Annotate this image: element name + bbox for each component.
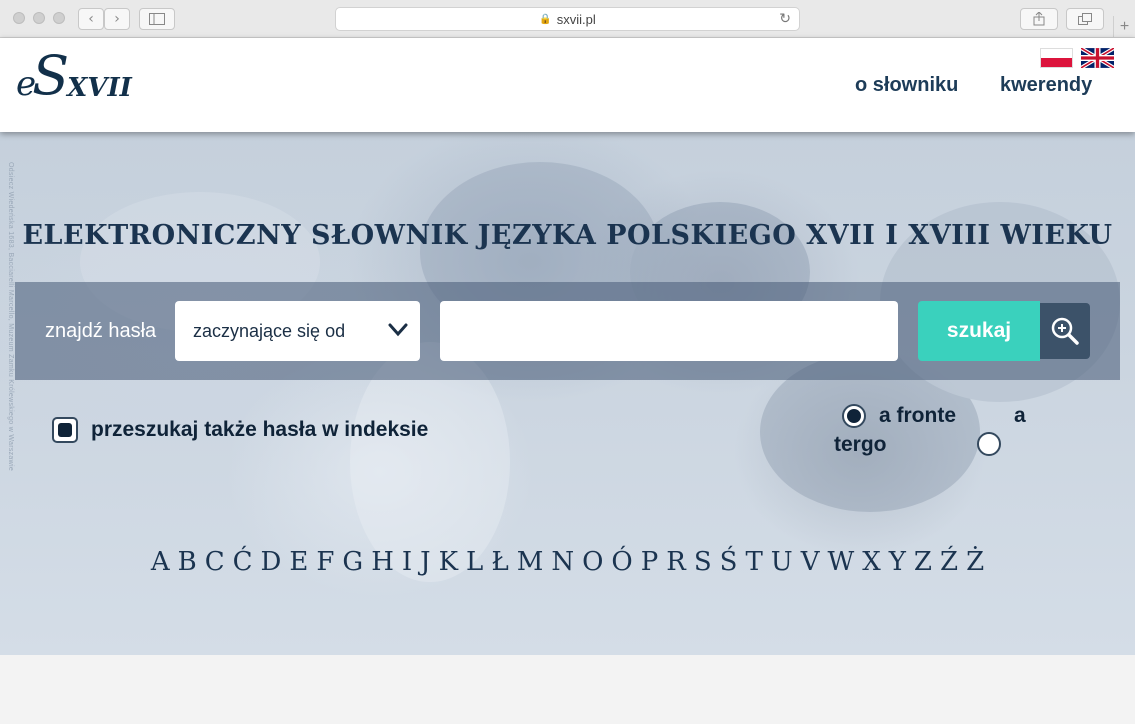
alphabet-letter[interactable]: K	[439, 540, 458, 584]
address-bar[interactable]: 🔒 sxvii.pl ↻	[335, 7, 800, 31]
page-title: ELEKTRONICZNY SŁOWNIK JĘZYKA POLSKIEGO X…	[22, 220, 1113, 251]
alphabet-letter[interactable]: B	[178, 540, 197, 584]
search-bar: znajdź hasła zaczynające się od szukaj	[15, 282, 1120, 380]
alphabet-letter[interactable]: V	[801, 540, 820, 584]
site-header: e S XVII o słowniku kwerendy	[0, 38, 1135, 132]
share-icon[interactable]	[1020, 8, 1058, 30]
alphabet-letter[interactable]: H	[371, 540, 394, 584]
logo-xvii: XVII	[67, 72, 132, 103]
alphabet-letter[interactable]: E	[289, 540, 308, 584]
forward-icon[interactable]: ›	[104, 8, 130, 30]
radio-a-tergo[interactable]	[977, 432, 1001, 456]
search-mode-select[interactable]: zaczynające się od	[175, 301, 420, 361]
alphabet-letter[interactable]: X	[862, 540, 881, 584]
nav-link-about[interactable]: o słowniku	[855, 74, 958, 97]
logo-s: S	[32, 44, 70, 107]
uk-flag-icon[interactable]	[1081, 48, 1114, 68]
alphabet-letter[interactable]: U	[771, 540, 793, 584]
minimize-window-button[interactable]	[33, 12, 45, 24]
close-window-button[interactable]	[13, 12, 25, 24]
nav-link-queries[interactable]: kwerendy	[1000, 74, 1092, 97]
alphabet-letter[interactable]: F	[316, 540, 334, 584]
alphabet-letter[interactable]: Ó	[611, 540, 632, 584]
alphabet-letter[interactable]: J	[420, 540, 430, 584]
sidebar-icon[interactable]	[139, 8, 175, 30]
alphabet-index: ABCĆDEFGHIJKLŁMNOÓPRSŚTUVWXYZŹŻ	[95, 540, 1040, 584]
alphabet-letter[interactable]: O	[582, 540, 603, 584]
alphabet-letter[interactable]: P	[641, 540, 659, 584]
alphabet-letter[interactable]: L	[466, 540, 483, 584]
lock-icon: 🔒	[539, 13, 552, 25]
alphabet-letter[interactable]: Z	[914, 540, 932, 584]
chevron-down-icon	[388, 323, 408, 337]
url-text: sxvii.pl	[556, 11, 596, 27]
radio-selected-dot	[847, 409, 861, 423]
zoom-in-icon	[1051, 317, 1079, 345]
alphabet-letter[interactable]: Ś	[720, 540, 738, 584]
search-mode-value: zaczynające się od	[193, 320, 346, 341]
alphabet-letter[interactable]: M	[517, 540, 544, 584]
radio-a-tergo-label-a: a	[1014, 404, 1026, 427]
alphabet-letter[interactable]: A	[151, 540, 170, 584]
alphabet-letter[interactable]: T	[745, 540, 762, 584]
index-search-checkbox[interactable]	[52, 417, 78, 443]
browser-toolbar: ‹ › 🔒 sxvii.pl ↻ +	[0, 0, 1135, 38]
alphabet-letter[interactable]: C	[205, 540, 225, 584]
reload-icon[interactable]: ↻	[779, 11, 791, 27]
alphabet-letter[interactable]: R	[666, 540, 686, 584]
search-input[interactable]	[440, 301, 898, 361]
search-button[interactable]: szukaj	[918, 301, 1040, 361]
alphabet-letter[interactable]: G	[342, 540, 363, 584]
alphabet-letter[interactable]: D	[261, 540, 282, 584]
alphabet-letter[interactable]: Ź	[940, 540, 958, 584]
radio-a-tergo-label-tergo: tergo	[834, 433, 887, 456]
alphabet-letter[interactable]: Ć	[233, 540, 253, 584]
search-label: znajdź hasła	[45, 320, 157, 342]
back-icon[interactable]: ‹	[78, 8, 104, 30]
radio-a-fronte[interactable]	[842, 404, 866, 428]
polish-flag-icon[interactable]	[1040, 48, 1073, 68]
site-logo[interactable]: e S XVII	[16, 44, 132, 107]
alphabet-letter[interactable]: W	[828, 540, 855, 584]
alphabet-letter[interactable]: Ł	[491, 540, 508, 584]
hero-section: Odsiecz Wiedeńska 1683, Bacciarelli Marc…	[0, 132, 1135, 655]
alphabet-letter[interactable]: Ż	[966, 540, 984, 584]
tabs-icon[interactable]	[1066, 8, 1104, 30]
painting-credit: Odsiecz Wiedeńska 1683, Bacciarelli Marc…	[7, 162, 14, 472]
radio-a-fronte-label: a fronte	[879, 404, 957, 427]
alphabet-letter[interactable]: Y	[889, 540, 906, 584]
index-search-label: przeszukaj także hasła w indeksie	[91, 418, 429, 441]
alphabet-letter[interactable]: S	[694, 540, 712, 584]
advanced-search-button[interactable]	[1040, 303, 1090, 359]
alphabet-letter[interactable]: N	[551, 540, 574, 584]
zoom-window-button[interactable]	[53, 12, 65, 24]
new-tab-icon[interactable]: +	[1113, 16, 1135, 38]
checkbox-checked-mark	[58, 423, 72, 437]
alphabet-letter[interactable]: I	[402, 540, 412, 584]
